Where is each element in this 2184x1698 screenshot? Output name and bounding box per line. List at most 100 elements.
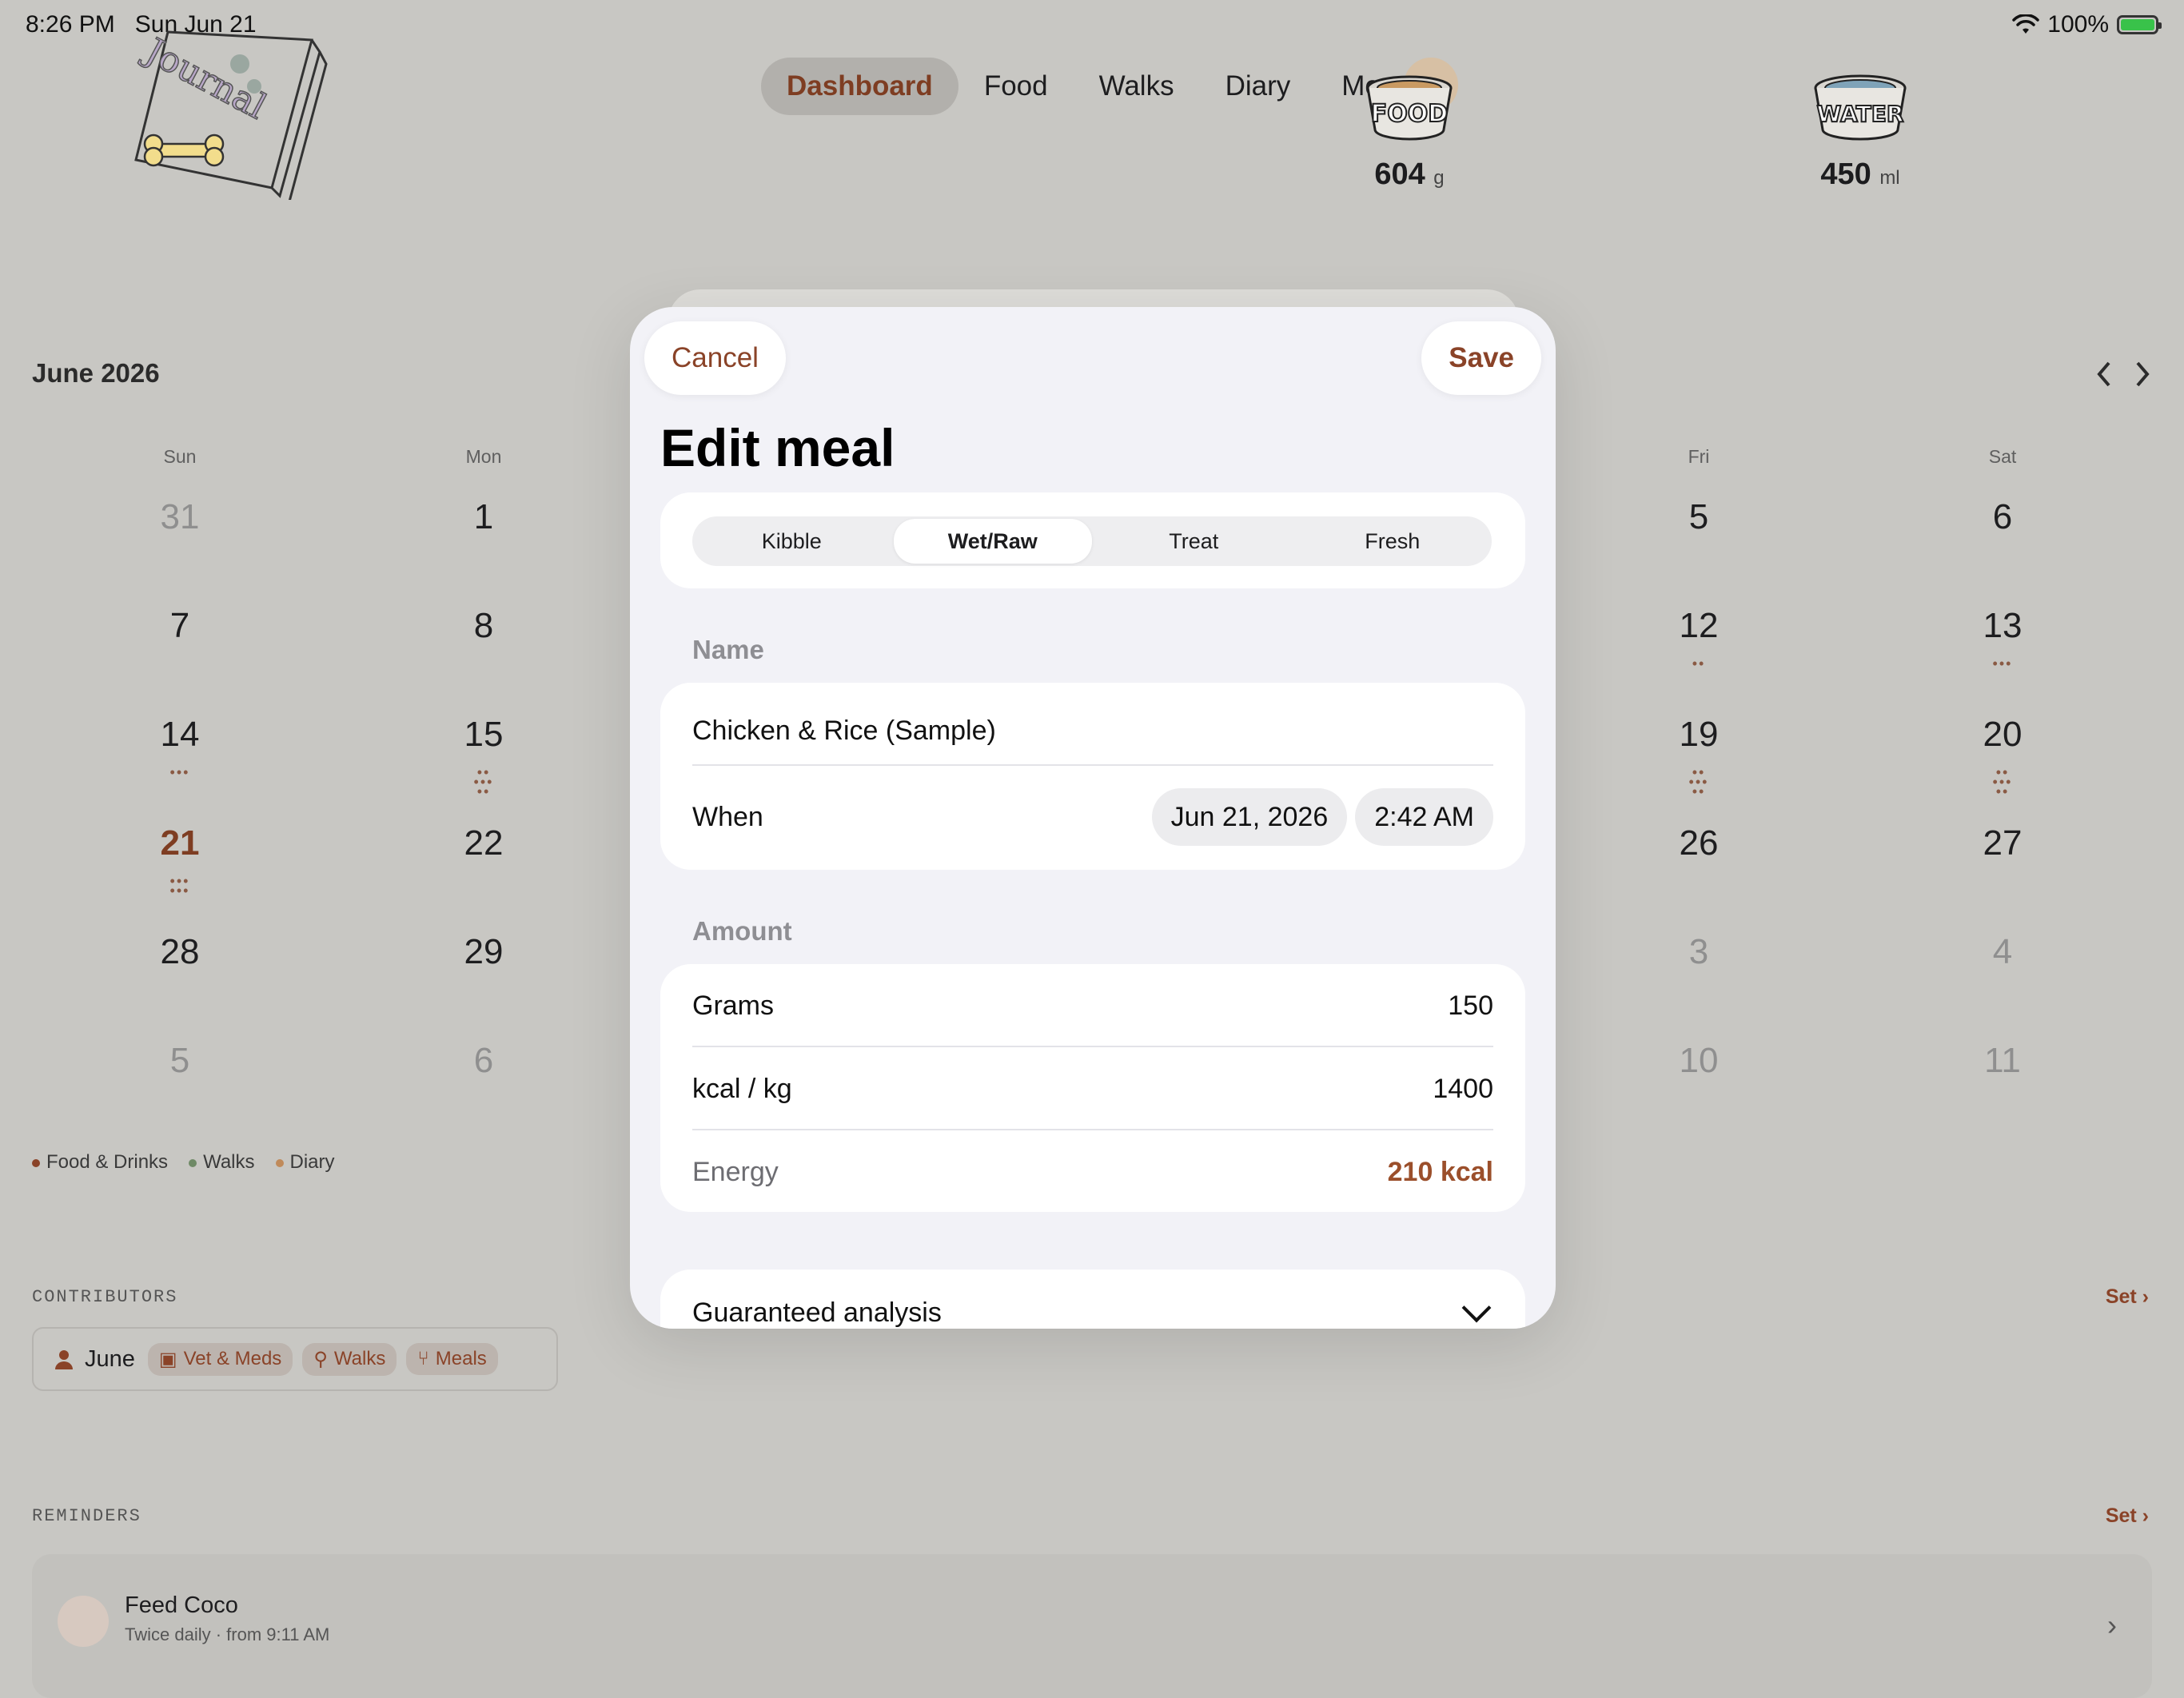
name-section-label: Name [692, 635, 764, 664]
calendar-day[interactable]: 19 [1651, 715, 1747, 755]
legend-item-walks: Walks [189, 1151, 255, 1174]
save-button[interactable]: Save [1421, 321, 1541, 395]
water-total: 450 ml [1820, 157, 1900, 191]
calendar-day[interactable]: 31 [132, 497, 228, 537]
bone-icon [143, 134, 225, 167]
water-bowl-widget[interactable]: WATER 450 ml [1800, 53, 1920, 192]
nav-tab-dashboard[interactable]: Dashboard [761, 58, 958, 115]
journal-logo: Journal [134, 29, 328, 200]
event-dots: •• ••• •• [473, 764, 494, 799]
calendar-day[interactable]: 6 [436, 1041, 532, 1081]
meal-type-card: Kibble Wet/Raw Treat Fresh [660, 492, 1525, 588]
weekday-sat: Sat [1988, 446, 2017, 467]
month-title: June 2026 [32, 358, 160, 388]
person-icon [55, 1350, 73, 1369]
energy-row: Energy 210 kcal [692, 1154, 1493, 1190]
calendar-day[interactable]: 1 [436, 497, 532, 537]
energy-label: Energy [692, 1156, 779, 1187]
event-dots: •• [1692, 656, 1706, 672]
guaranteed-analysis-row[interactable]: Guaranteed analysis [692, 1293, 1493, 1329]
segment-wet-raw[interactable]: Wet/Raw [893, 519, 1092, 564]
nav-tab-walks[interactable]: Walks [1074, 58, 1200, 115]
time-picker[interactable]: 2:42 AM [1355, 788, 1493, 846]
chevron-left-icon [2097, 361, 2110, 387]
clock: 8:26 PM [26, 11, 115, 38]
segment-treat[interactable]: Treat [1094, 516, 1293, 566]
battery-percent: 100% [2047, 11, 2109, 38]
svg-text:WATER: WATER [1817, 101, 1904, 127]
calendar-day[interactable]: 13 [1955, 606, 2050, 646]
calendar-day[interactable]: 20 [1955, 715, 2050, 755]
calendar-day[interactable]: 21 [132, 823, 228, 863]
kcal-input[interactable]: 1400 [1433, 1074, 1493, 1105]
chip-vet-meds: ▣ Vet & Meds [147, 1342, 293, 1376]
calendar-day[interactable]: 4 [1955, 932, 2050, 972]
food-bowl-icon: FOOD [1366, 58, 1458, 141]
cancel-button[interactable]: Cancel [644, 321, 786, 395]
segment-fresh[interactable]: Fresh [1293, 516, 1493, 566]
name-when-card: Chicken & Rice (Sample) When Jun 21, 202… [660, 683, 1525, 870]
calendar-day[interactable]: 5 [1651, 497, 1747, 537]
contributors-set-link[interactable]: Set › [2106, 1285, 2149, 1309]
calendar-day[interactable]: 15 [436, 715, 532, 755]
contributor-card[interactable]: June ▣ Vet & Meds ⚲ Walks ⑂ Meals [32, 1327, 558, 1391]
calendar-day[interactable]: 22 [436, 823, 532, 863]
when-label: When [692, 801, 763, 832]
calendar-legend: Food & Drinks Walks Diary [32, 1151, 335, 1174]
food-total: 604 g [1374, 157, 1445, 191]
edit-meal-sheet: Cancel Save Edit meal Kibble Wet/Raw Treat… [630, 307, 1556, 1329]
weekday-fri: Fri [1688, 446, 1710, 467]
kcal-row[interactable]: kcal / kg 1400 [692, 1071, 1493, 1106]
event-dots: •• ••• •• [1688, 764, 1709, 799]
water-bowl-icon: WATER [1814, 74, 1907, 141]
calendar-day[interactable]: 29 [436, 932, 532, 972]
status-indicators: 100% [2012, 11, 2162, 38]
wifi-icon [2012, 14, 2040, 34]
fork-knife-icon: ⑂ [417, 1348, 429, 1369]
battery-icon [2117, 15, 2162, 34]
legend-dot [275, 1158, 284, 1167]
when-row: When Jun 21, 2026 2:42 AM [692, 788, 1493, 846]
reminder-title: Feed Coco [125, 1592, 238, 1618]
calendar-day[interactable]: 10 [1651, 1041, 1747, 1081]
chip-walks: ⚲ Walks [302, 1342, 397, 1376]
calendar-day[interactable]: 28 [132, 932, 228, 972]
kcal-label: kcal / kg [692, 1073, 792, 1104]
calendar-day[interactable]: 11 [1955, 1041, 2050, 1081]
grams-label: Grams [692, 990, 774, 1021]
name-field[interactable]: Chicken & Rice (Sample) [692, 715, 996, 747]
svg-text:FOOD: FOOD [1371, 100, 1448, 128]
food-bowl-widget[interactable]: FOOD 604 g [1349, 53, 1469, 192]
chevron-down-icon [1461, 1293, 1492, 1323]
calendar-day[interactable]: 5 [132, 1041, 228, 1081]
reminders-set-link[interactable]: Set › [2106, 1505, 2149, 1528]
guaranteed-analysis-card[interactable]: Guaranteed analysis [660, 1270, 1525, 1329]
amount-card: Grams 150 kcal / kg 1400 Energy 210 kcal [660, 964, 1525, 1212]
event-dots: •• ••• •• [1992, 764, 2013, 799]
prev-month-button[interactable] [2094, 358, 2114, 398]
legend-label: Food & Drinks [46, 1151, 169, 1173]
medkit-icon: ▣ [158, 1348, 177, 1370]
next-month-button[interactable] [2133, 358, 2152, 398]
calendar-day[interactable]: 14 [132, 715, 228, 755]
reminder-item[interactable] [32, 1554, 2152, 1698]
chevron-right-icon [2136, 361, 2150, 387]
calendar-day[interactable]: 7 [132, 606, 228, 646]
segment-kibble[interactable]: Kibble [692, 516, 891, 566]
date-picker[interactable]: Jun 21, 2026 [1151, 788, 1348, 846]
name-row[interactable]: Chicken & Rice (Sample) [692, 710, 1493, 751]
calendar-day[interactable]: 6 [1955, 497, 2050, 537]
nav-tab-food[interactable]: Food [958, 58, 1074, 115]
calendar-day[interactable]: 27 [1955, 823, 2050, 863]
grams-input[interactable]: 150 [1448, 990, 1493, 1022]
reminders-label: REMINDERS [32, 1506, 141, 1526]
calendar-day[interactable]: 12 [1651, 606, 1747, 646]
calendar-day[interactable]: 8 [436, 606, 532, 646]
legend-dot [189, 1158, 197, 1167]
calendar-day[interactable]: 3 [1651, 932, 1747, 972]
contributor-name: June [85, 1345, 135, 1372]
grams-row[interactable]: Grams 150 [692, 988, 1493, 1023]
legend-item-diary: Diary [275, 1151, 335, 1174]
calendar-day[interactable]: 26 [1651, 823, 1747, 863]
nav-tab-diary[interactable]: Diary [1200, 58, 1317, 115]
